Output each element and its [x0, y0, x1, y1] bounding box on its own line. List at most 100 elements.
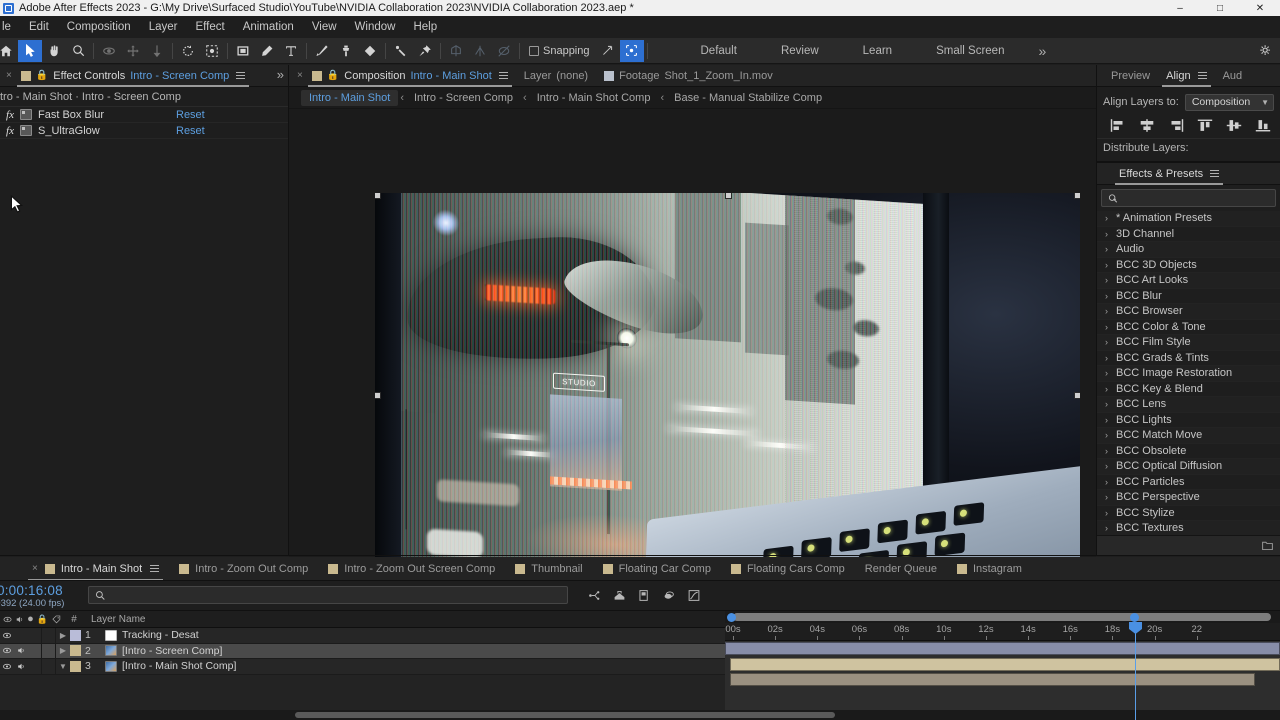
- effects-category-row[interactable]: › BCC Obsolete: [1097, 444, 1280, 459]
- close-composition-tab-icon[interactable]: ×: [297, 70, 303, 81]
- chevron-right-icon[interactable]: ›: [1105, 384, 1116, 394]
- close-tab-icon[interactable]: ×: [32, 563, 38, 574]
- menu-view[interactable]: View: [303, 18, 346, 36]
- tab-align[interactable]: Align: [1158, 65, 1214, 87]
- lock-icon[interactable]: 🔒: [327, 70, 339, 81]
- tab-effects-presets[interactable]: Effects & Presets: [1111, 163, 1227, 185]
- effects-category-row[interactable]: › BCC Particles: [1097, 475, 1280, 490]
- layer-lock-toggle[interactable]: [42, 628, 56, 643]
- panel-menu-icon[interactable]: [1197, 72, 1207, 79]
- timeline-tab[interactable]: Intro - Zoom Out Comp: [169, 557, 318, 580]
- tab-footage[interactable]: Footage Shot_1_Zoom_In.mov: [596, 65, 781, 87]
- pan-tool-icon[interactable]: [121, 40, 145, 62]
- zoom-tool-icon[interactable]: [66, 40, 90, 62]
- effect-row-fast-box-blur[interactable]: fx Fast Box Blur Reset: [0, 107, 288, 123]
- effects-category-row[interactable]: › BCC Browser: [1097, 304, 1280, 320]
- lock-icon[interactable]: 🔒: [36, 70, 48, 81]
- chevron-right-icon[interactable]: ›: [1105, 322, 1116, 332]
- workspace-small-screen[interactable]: Small Screen: [914, 41, 1026, 61]
- layer-lock-toggle[interactable]: [42, 643, 56, 658]
- align-left-button[interactable]: [1103, 115, 1132, 135]
- align-vertical-center-button[interactable]: [1220, 115, 1249, 135]
- work-area-start-handle[interactable]: [727, 612, 736, 622]
- selection-handle-tc[interactable]: [725, 193, 732, 199]
- workspace-review[interactable]: Review: [759, 41, 841, 61]
- align-layers-to-select[interactable]: Composition ▼: [1184, 93, 1274, 111]
- snapping-checkbox[interactable]: [529, 45, 539, 56]
- timeline-tab[interactable]: Thumbnail: [505, 557, 592, 580]
- workspace-learn[interactable]: Learn: [841, 41, 914, 61]
- breadcrumb-intro-main-shot[interactable]: Intro - Main Shot: [301, 89, 399, 106]
- align-top-button[interactable]: [1191, 115, 1220, 135]
- effects-category-row[interactable]: › BCC Optical Diffusion: [1097, 459, 1280, 475]
- selection-handle-tr[interactable]: [1074, 193, 1080, 199]
- layer-solo-toggle[interactable]: [28, 659, 42, 674]
- layer-visibility-toggle[interactable]: [0, 659, 14, 674]
- draft-3d-icon[interactable]: [609, 585, 629, 605]
- workspace-settings-icon[interactable]: [1254, 40, 1278, 62]
- layer-duration-bar[interactable]: [730, 673, 1255, 686]
- align-bottom-button[interactable]: [1249, 115, 1278, 135]
- new-folder-icon[interactable]: [1261, 539, 1274, 552]
- orbit-tool-icon[interactable]: [97, 40, 121, 62]
- chevron-right-icon[interactable]: ›: [1105, 368, 1116, 378]
- panel-menu-icon[interactable]: [1210, 170, 1220, 177]
- timeline-tab[interactable]: × Intro - Main Shot: [22, 557, 169, 580]
- timeline-tab[interactable]: Floating Cars Comp: [721, 557, 855, 580]
- effects-category-row[interactable]: › BCC 3D Objects: [1097, 258, 1280, 273]
- chevron-right-icon[interactable]: ›: [1105, 492, 1116, 502]
- pen-tool-icon[interactable]: [255, 40, 279, 62]
- menu-help[interactable]: Help: [404, 18, 446, 36]
- composition-mini-flowchart-icon[interactable]: [584, 585, 604, 605]
- breadcrumb-base-manual-stabilize[interactable]: Base - Manual Stabilize Comp: [666, 90, 830, 106]
- snap-grid-icon[interactable]: [619, 39, 644, 62]
- effects-category-row[interactable]: › BCC Lights: [1097, 413, 1280, 428]
- effects-category-row[interactable]: › Audio: [1097, 242, 1280, 258]
- effects-category-row[interactable]: › 3D Channel: [1097, 227, 1280, 242]
- chevron-right-icon[interactable]: ›: [1105, 461, 1116, 471]
- panel-menu-icon[interactable]: [150, 565, 160, 572]
- dolly-tool-icon[interactable]: [145, 40, 169, 62]
- panel-menu-icon[interactable]: [498, 72, 508, 79]
- align-left-icon[interactable]: [444, 40, 468, 62]
- layer-expand-arrow[interactable]: ▶: [56, 644, 70, 659]
- menu-edit[interactable]: Edit: [20, 18, 58, 36]
- chevron-right-icon[interactable]: ›: [1105, 415, 1116, 425]
- workspace-more-icon[interactable]: »: [1026, 43, 1058, 59]
- layer-visibility-toggle[interactable]: [0, 628, 14, 643]
- layer-solo-toggle[interactable]: [28, 628, 42, 643]
- rotation-tool-icon[interactable]: [176, 40, 200, 62]
- selection-handle-tl[interactable]: [375, 193, 381, 199]
- minimize-button[interactable]: –: [1160, 0, 1200, 16]
- layer-label-color[interactable]: [70, 629, 81, 641]
- effect-row-ultraglow[interactable]: fx S_UltraGlow Reset: [0, 123, 288, 139]
- shape-tool-icon[interactable]: [231, 40, 255, 62]
- timeline-search-field[interactable]: [88, 586, 568, 604]
- composition-viewport[interactable]: STUDIO: [375, 193, 1080, 597]
- horizontal-scrollbar-thumb[interactable]: [295, 712, 835, 718]
- timeline-ruler[interactable]: 00s 02s 04s 06s 08s 10s 12s 14s 16s 18s 20s 22: [725, 623, 1280, 641]
- layer-expand-arrow[interactable]: ▼: [56, 659, 70, 674]
- chevron-right-icon[interactable]: ›: [1105, 508, 1116, 518]
- selection-tool-icon[interactable]: [18, 39, 42, 62]
- text-tool-icon[interactable]: [279, 40, 303, 62]
- timeline-footer-scrollbar[interactable]: [0, 710, 1280, 720]
- chevron-right-icon[interactable]: ›: [1105, 229, 1116, 239]
- menu-layer[interactable]: Layer: [140, 18, 187, 36]
- timeline-tab[interactable]: Intro - Zoom Out Screen Comp: [318, 557, 505, 580]
- panel-divider-timeline[interactable]: [0, 555, 1280, 556]
- effects-category-row[interactable]: › BCC Color & Tone: [1097, 320, 1280, 335]
- menu-composition[interactable]: Composition: [58, 18, 140, 36]
- chevron-right-icon[interactable]: ›: [1105, 446, 1116, 456]
- timeline-zoom-scrollbar[interactable]: [725, 611, 1280, 623]
- chevron-right-icon[interactable]: ›: [1105, 260, 1116, 270]
- reset-effect-button[interactable]: Reset: [176, 125, 288, 137]
- brush-tool-icon[interactable]: [310, 40, 334, 62]
- effects-category-row[interactable]: › BCC Grads & Tints: [1097, 351, 1280, 366]
- composition-viewer-stage[interactable]: STUDIO: [289, 109, 1096, 599]
- effects-category-row[interactable]: › BCC Art Looks: [1097, 273, 1280, 289]
- timeline-tab[interactable]: Instagram: [947, 557, 1032, 580]
- breadcrumb-intro-main-shot-comp[interactable]: Intro - Main Shot Comp: [529, 90, 659, 106]
- expand-panel-icon[interactable]: »: [277, 67, 284, 82]
- layer-solo-toggle[interactable]: [28, 643, 42, 658]
